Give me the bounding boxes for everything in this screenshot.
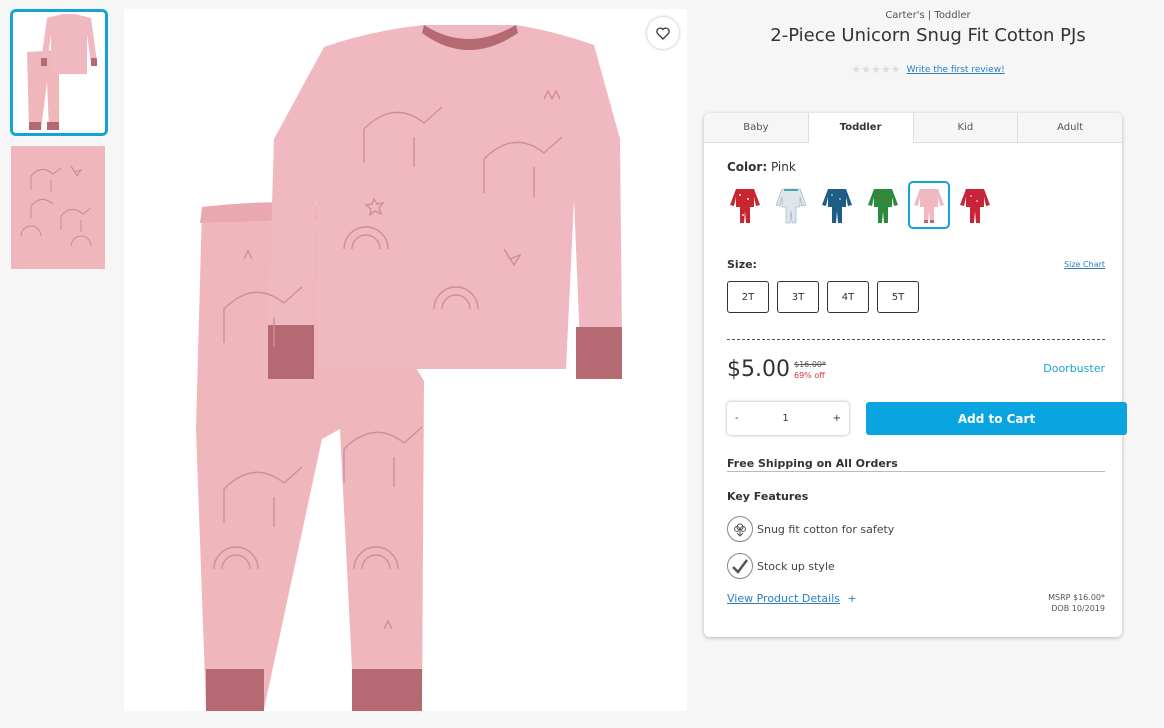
cotton-icon	[727, 516, 753, 542]
quantity-increase-button[interactable]: +	[833, 413, 841, 424]
divider	[727, 339, 1105, 340]
purchase-panel: Baby Toddler Kid Adult Color: Pink Size:…	[704, 113, 1127, 637]
quantity-value[interactable]: 1	[782, 413, 788, 424]
rating-row: ★★★★★ Write the first review!	[703, 63, 1153, 76]
size-option-3t[interactable]: 3T	[777, 281, 819, 313]
feature-label: Snug fit cotton for safety	[757, 522, 895, 536]
msrp-info: MSRP $16.00* DOB 10/2019	[1048, 592, 1105, 614]
product-title: 2-Piece Unicorn Snug Fit Cotton PJs	[770, 25, 1086, 46]
msrp-value: MSRP $16.00*	[1048, 593, 1105, 602]
view-product-details-link[interactable]: View Product Details +	[727, 592, 857, 605]
discount-percent: 69% off	[794, 371, 825, 380]
tab-adult[interactable]: Adult	[1018, 113, 1122, 142]
selected-color: Pink	[770, 160, 796, 174]
swatch-navy-print[interactable]	[816, 181, 858, 229]
checkmark-icon	[727, 553, 753, 579]
size-chart-link[interactable]: Size Chart	[1064, 260, 1105, 269]
tab-toddler[interactable]: Toddler	[808, 113, 914, 143]
expand-plus-icon: +	[847, 592, 857, 605]
write-review-link[interactable]: Write the first review!	[907, 65, 1005, 75]
tab-kid[interactable]: Kid	[913, 113, 1019, 142]
age-group-tabs: Baby Toddler Kid Adult	[704, 113, 1122, 143]
divider	[727, 471, 1105, 472]
brand-category: Carter's | Toddler	[885, 10, 971, 21]
thumbnail-front[interactable]	[10, 9, 108, 136]
swatch-green-print[interactable]	[862, 181, 904, 229]
size-option-5t[interactable]: 5T	[877, 281, 919, 313]
tab-baby[interactable]: Baby	[704, 113, 809, 142]
size-option-2t[interactable]: 2T	[727, 281, 769, 313]
swatch-red-print[interactable]	[724, 181, 766, 229]
fabric-thumbnail-image	[11, 146, 105, 269]
dob-value: DOB 10/2019	[1051, 604, 1105, 613]
thumbnail-fabric[interactable]	[11, 146, 105, 269]
promo-badge: Doorbuster	[1043, 362, 1105, 375]
heart-icon	[656, 26, 670, 40]
feature-item: Stock up style	[727, 553, 835, 579]
original-price: $16.00*	[794, 360, 826, 369]
swatch-white-print[interactable]	[770, 181, 812, 229]
key-features-title: Key Features	[727, 490, 809, 503]
swatch-pink-unicorn[interactable]	[908, 181, 950, 229]
size-option-4t[interactable]: 4T	[827, 281, 869, 313]
quantity-stepper: - 1 +	[727, 402, 849, 435]
star-rating-icon: ★★★★★	[851, 63, 901, 76]
pajama-thumbnail-image	[13, 12, 105, 133]
wishlist-button[interactable]	[647, 17, 679, 49]
view-details-label: View Product Details	[727, 592, 840, 605]
quantity-decrease-button[interactable]: -	[735, 413, 739, 424]
add-to-cart-button[interactable]: Add to Cart	[866, 402, 1127, 435]
color-label-row: Color: Pink	[727, 160, 796, 174]
size-label: Size:	[727, 258, 757, 271]
pajama-set-illustration	[124, 9, 687, 711]
feature-label: Stock up style	[757, 559, 835, 573]
free-shipping-toggle[interactable]: Free Shipping on All Orders	[727, 457, 898, 470]
size-options: 2T 3T 4T 5T	[727, 281, 919, 313]
sale-price: $5.00	[727, 357, 790, 382]
color-swatches	[724, 181, 996, 229]
main-product-image	[124, 9, 687, 711]
feature-item: Snug fit cotton for safety	[727, 516, 894, 542]
color-label: Color:	[727, 160, 768, 174]
swatch-red-heart[interactable]	[954, 181, 996, 229]
